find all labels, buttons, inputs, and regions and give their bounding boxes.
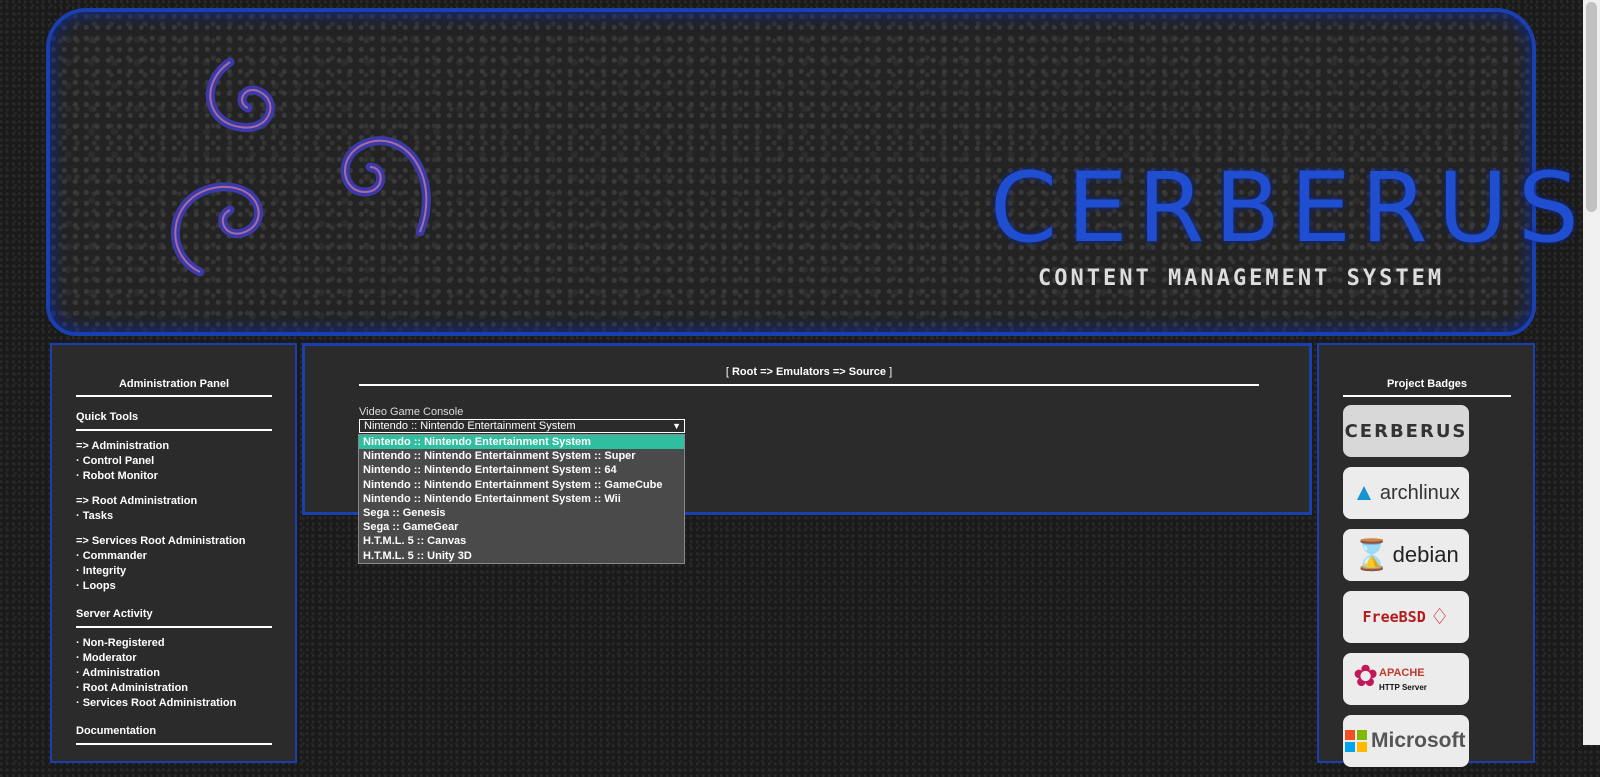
activity-root-administration[interactable]: · Root Administration bbox=[76, 681, 272, 696]
nav-loops[interactable]: · Loops bbox=[76, 579, 272, 594]
server-activity-heading: Server Activity bbox=[76, 608, 272, 628]
nav-tasks[interactable]: · Tasks bbox=[76, 509, 272, 524]
badge-cerberus[interactable]: CERBERUS bbox=[1343, 405, 1469, 457]
console-select[interactable]: Nintendo :: Nintendo Entertainment Syste… bbox=[359, 419, 685, 433]
project-badges-panel: Project Badges CERBERUS ▲ archlinux ⌛ de… bbox=[1317, 343, 1535, 767]
nav-integrity[interactable]: · Integrity bbox=[76, 564, 272, 579]
site-banner: CERBERUS CONTENT MANAGEMENT SYSTEM bbox=[46, 8, 1579, 336]
option-nes[interactable]: Nintendo :: Nintendo Entertainment Syste… bbox=[359, 435, 684, 450]
debian-swirl-icon: ⌛ bbox=[1353, 538, 1391, 572]
option-unity3d[interactable]: H.T.M.L. 5 :: Unity 3D bbox=[359, 549, 684, 563]
quick-tools-heading: Quick Tools bbox=[76, 411, 272, 431]
badge-freebsd[interactable]: FreeBSD ♢ bbox=[1343, 591, 1469, 643]
chevron-down-icon: ▼ bbox=[672, 421, 681, 431]
option-n64[interactable]: Nintendo :: Nintendo Entertainment Syste… bbox=[359, 463, 684, 477]
console-field-label: Video Game Console bbox=[359, 406, 464, 418]
badge-archlinux[interactable]: ▲ archlinux bbox=[1343, 467, 1469, 519]
option-gamecube[interactable]: Nintendo :: Nintendo Entertainment Syste… bbox=[359, 478, 684, 492]
option-gamegear[interactable]: Sega :: GameGear bbox=[359, 520, 684, 534]
activity-services-root-administration[interactable]: · Services Root Administration bbox=[76, 696, 272, 711]
option-snes[interactable]: Nintendo :: Nintendo Entertainment Syste… bbox=[359, 449, 684, 463]
documentation-heading: Documentation bbox=[76, 725, 272, 745]
nav-administration[interactable]: => Administration bbox=[76, 439, 272, 454]
windows-logo-icon bbox=[1345, 730, 1367, 752]
apache-feather-icon: ✿ bbox=[1353, 660, 1379, 693]
option-genesis[interactable]: Sega :: Genesis bbox=[359, 506, 684, 520]
nav-root-administration[interactable]: => Root Administration bbox=[76, 494, 272, 509]
nav-services-root-administration[interactable]: => Services Root Administration bbox=[76, 534, 272, 549]
breadcrumb-path[interactable]: Root => Emulators => Source bbox=[732, 366, 886, 378]
breadcrumb-close: ] bbox=[886, 366, 893, 378]
nav-commander[interactable]: · Commander bbox=[76, 549, 272, 564]
badge-apache[interactable]: ✿ APACHE HTTP Server bbox=[1343, 653, 1469, 705]
console-select-value: Nintendo :: Nintendo Entertainment Syste… bbox=[364, 420, 576, 432]
beastie-mascot-icon: ♢ bbox=[1429, 604, 1450, 629]
nav-robot-monitor[interactable]: · Robot Monitor bbox=[76, 469, 272, 484]
panel-title: Administration Panel bbox=[76, 378, 272, 397]
arch-logo-icon: ▲ bbox=[1352, 479, 1376, 506]
activity-non-registered[interactable]: · Non-Registered bbox=[76, 636, 272, 651]
nav-control-panel[interactable]: · Control Panel bbox=[76, 454, 272, 469]
brand-title: CERBERUS bbox=[990, 152, 1589, 264]
badges-title: Project Badges bbox=[1343, 378, 1511, 397]
triskelion-logo-icon bbox=[170, 57, 431, 277]
vertical-scrollbar[interactable] bbox=[1583, 0, 1600, 745]
option-wii[interactable]: Nintendo :: Nintendo Entertainment Syste… bbox=[359, 492, 684, 506]
console-options-list[interactable]: Nintendo :: Nintendo Entertainment Syste… bbox=[358, 434, 685, 564]
badge-debian[interactable]: ⌛ debian bbox=[1343, 529, 1469, 581]
option-canvas[interactable]: H.T.M.L. 5 :: Canvas bbox=[359, 534, 684, 548]
badge-microsoft[interactable]: Microsoft bbox=[1343, 715, 1469, 767]
brand-subtitle: CONTENT MANAGEMENT SYSTEM bbox=[1038, 266, 1445, 291]
activity-moderator[interactable]: · Moderator bbox=[76, 651, 272, 666]
breadcrumb: [ Root => Emulators => Source ] bbox=[359, 366, 1259, 386]
activity-administration[interactable]: · Administration bbox=[76, 666, 272, 681]
administration-panel: Administration Panel Quick Tools => Admi… bbox=[50, 343, 297, 763]
